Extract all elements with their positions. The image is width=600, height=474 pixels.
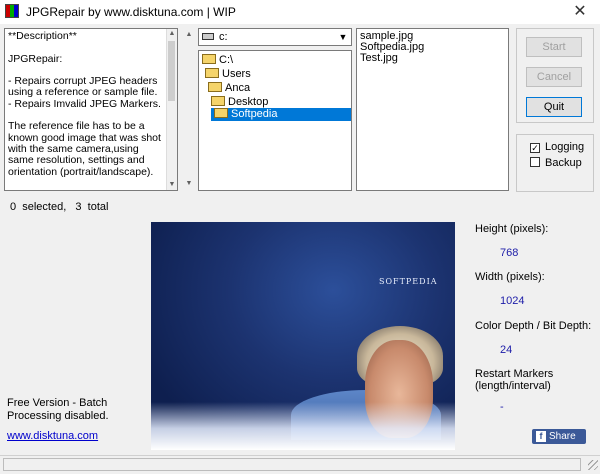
start-button[interactable]: Start: [526, 37, 582, 57]
scroll-down-arrow-icon[interactable]: ▼: [184, 179, 194, 189]
cancel-button[interactable]: Cancel: [526, 67, 582, 87]
preview-logo-text: SOFTPEDIA: [379, 277, 438, 286]
depth-value: 24: [500, 344, 513, 356]
folder-item-anca[interactable]: Anca: [208, 82, 250, 95]
status-bar: [0, 455, 600, 474]
image-preview: SOFTPEDIA: [151, 222, 455, 450]
file-list[interactable]: sample.jpg Softpedia.jpg Test.jpg: [356, 28, 509, 191]
folder-open-icon: [208, 82, 222, 92]
scroll-thumb[interactable]: [168, 41, 175, 101]
backup-label: Backup: [545, 157, 582, 169]
share-label: Share: [549, 431, 576, 442]
folder-label: C:\: [219, 54, 234, 66]
height-value: 768: [500, 247, 519, 259]
window-title: JPGRepair by www.disktuna.com | WIP: [26, 5, 236, 19]
app-icon: [5, 4, 19, 18]
scroll-up-arrow-icon[interactable]: ▲: [167, 29, 177, 39]
depth-label: Color Depth / Bit Depth:: [475, 320, 592, 332]
quit-button[interactable]: Quit: [526, 97, 582, 117]
facebook-icon: f: [536, 431, 546, 442]
backup-checkbox[interactable]: Backup: [530, 157, 590, 170]
chevron-down-icon[interactable]: ▼: [335, 29, 351, 45]
checkbox-empty-icon[interactable]: [530, 157, 540, 167]
folder-open-icon: [211, 96, 225, 106]
folder-scrollbar[interactable]: ▲ ▼: [183, 28, 195, 191]
restart-markers-sublabel: (length/interval): [475, 380, 551, 392]
folder-label: Desktop: [228, 96, 269, 108]
resize-grip-icon[interactable]: [588, 460, 598, 470]
facebook-share-button[interactable]: f Share: [532, 429, 586, 444]
selection-status: 0 selected, 3 total: [10, 201, 109, 213]
folder-open-icon: [205, 68, 219, 78]
status-bar-field: [3, 458, 581, 471]
restart-markers-label: Restart Markers: [475, 368, 554, 380]
drive-value: c:: [219, 31, 228, 43]
close-button[interactable]: ✕: [560, 0, 600, 24]
free-version-note: Free Version - Batch Processing disabled…: [7, 397, 109, 422]
title-bar: JPGRepair by www.disktuna.com | WIP ✕: [0, 0, 600, 24]
width-label: Width (pixels):: [475, 271, 545, 283]
folder-label: Anca: [225, 82, 251, 94]
folder-item-c-root[interactable]: C:\: [202, 54, 233, 67]
folder-item-users[interactable]: Users: [205, 68, 251, 81]
width-value: 1024: [500, 295, 525, 307]
file-item[interactable]: Test.jpg: [360, 52, 398, 65]
folder-open-icon: [202, 54, 216, 64]
logging-label: Logging: [545, 141, 585, 153]
folder-item-softpedia[interactable]: Softpedia: [211, 108, 351, 121]
folder-open-icon: [214, 108, 228, 118]
check-mark-icon[interactable]: ✓: [530, 143, 540, 153]
scroll-up-arrow-icon[interactable]: ▲: [184, 30, 194, 40]
folder-label: Users: [222, 68, 251, 80]
scroll-down-arrow-icon[interactable]: ▼: [167, 180, 177, 190]
logging-checkbox[interactable]: ✓ Logging: [530, 141, 590, 154]
description-text: **Description** JPGRepair: - Repairs cor…: [8, 30, 161, 178]
drive-select[interactable]: c: ▼: [198, 28, 352, 46]
website-link[interactable]: www.disktuna.com: [7, 430, 98, 442]
restart-markers-value: -: [500, 401, 504, 413]
height-label: Height (pixels):: [475, 223, 549, 235]
description-scrollbar[interactable]: ▲ ▼: [166, 29, 177, 190]
drive-icon: [202, 33, 214, 40]
preview-waves: [151, 402, 455, 450]
folder-label: Softpedia: [231, 108, 278, 120]
description-textbox[interactable]: **Description** JPGRepair: - Repairs cor…: [4, 28, 178, 191]
folder-list[interactable]: C:\ Users Anca Desktop Softpedia: [198, 50, 352, 191]
